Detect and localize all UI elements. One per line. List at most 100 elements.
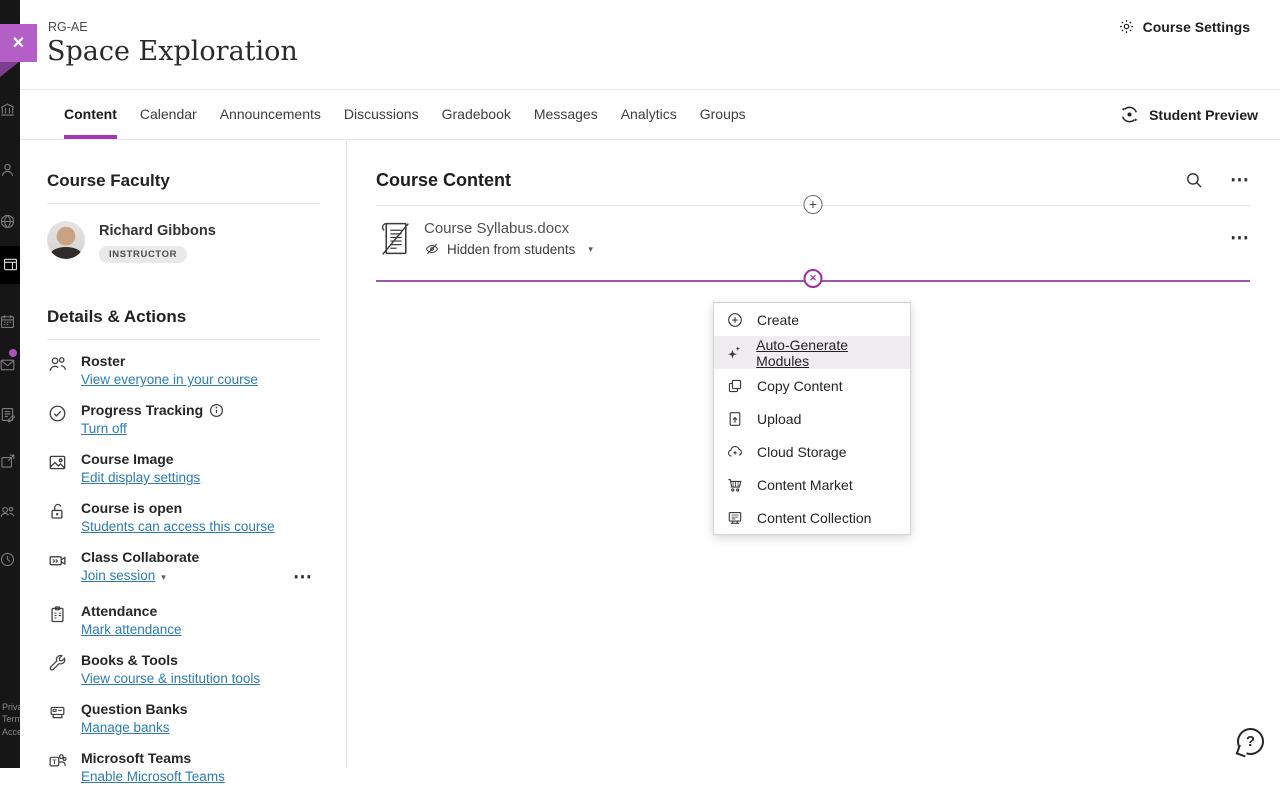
content-item-row: Course Syllabus.docx Hidden from student… bbox=[380, 220, 1250, 257]
menu-item-upload[interactable]: Upload bbox=[714, 402, 910, 435]
recent-icon[interactable] bbox=[0, 550, 17, 569]
course-header: RG-AE Space Exploration Course Settings bbox=[20, 0, 1280, 90]
visibility-selector[interactable]: Hidden from students ▾ bbox=[424, 241, 593, 257]
menu-item-auto-generate-modules[interactable]: Auto-Generate Modules bbox=[714, 336, 910, 369]
action-class-collaborate: Class Collaborate Join session▾ ⋯ bbox=[47, 549, 346, 585]
course-open-link[interactable]: Students can access this course bbox=[81, 519, 275, 534]
avatar[interactable] bbox=[47, 221, 85, 259]
tab-gradebook[interactable]: Gradebook bbox=[442, 90, 511, 139]
tab-content[interactable]: Content bbox=[64, 90, 117, 139]
wrench-icon bbox=[47, 652, 81, 688]
progress-tracking-link[interactable]: Turn off bbox=[81, 421, 127, 436]
faculty-row: Richard Gibbons INSTRUCTOR bbox=[47, 221, 346, 263]
courses-nav-active bbox=[0, 246, 20, 284]
courses-icon[interactable] bbox=[1, 255, 20, 274]
progress-tracking-icon bbox=[47, 402, 81, 438]
books-tools-link[interactable]: View course & institution tools bbox=[81, 671, 260, 686]
details-actions-list: Roster View everyone in your course Prog… bbox=[47, 353, 346, 786]
grades-icon[interactable] bbox=[0, 405, 17, 424]
roster-icon bbox=[47, 353, 81, 389]
visibility-label: Hidden from students bbox=[447, 242, 575, 257]
action-title: Books & Tools bbox=[81, 652, 260, 668]
course-id: RG-AE bbox=[48, 20, 88, 34]
menu-item-create[interactable]: Create bbox=[714, 303, 910, 336]
tab-announcements[interactable]: Announcements bbox=[220, 90, 321, 139]
info-icon[interactable] bbox=[209, 403, 224, 418]
tab-analytics[interactable]: Analytics bbox=[621, 90, 677, 139]
help-button[interactable]: ? bbox=[1237, 728, 1264, 755]
course-page: RG-AE Space Exploration Course Settings … bbox=[20, 0, 1280, 768]
item-overflow-button[interactable]: ⋯ bbox=[1230, 234, 1250, 244]
menu-item-content-collection[interactable]: Content Collection bbox=[714, 501, 910, 534]
close-insert-menu-button[interactable]: ✕ bbox=[804, 269, 823, 288]
roster-link[interactable]: View everyone in your course bbox=[81, 372, 258, 387]
add-content-menu: Create Auto-Generate Modules Copy Conten… bbox=[713, 302, 911, 535]
action-question-banks: Question Banks Manage banks bbox=[47, 701, 346, 737]
collaborate-more-button[interactable]: ⋯ bbox=[293, 573, 313, 583]
details-actions-heading: Details & Actions bbox=[47, 307, 346, 327]
accessibility-link[interactable]: Acce bbox=[2, 726, 20, 739]
calendar-icon[interactable] bbox=[0, 312, 17, 331]
course-sidebar: Course Faculty Richard Gibbons INSTRUCTO… bbox=[20, 141, 347, 768]
menu-item-cloud-storage[interactable]: Cloud Storage bbox=[714, 435, 910, 468]
svg-text:T: T bbox=[52, 759, 56, 766]
course-image-link[interactable]: Edit display settings bbox=[81, 470, 200, 485]
document-hidden-icon bbox=[380, 220, 411, 257]
unlock-icon bbox=[47, 500, 81, 536]
action-progress-tracking: Progress Tracking Turn off bbox=[47, 402, 346, 438]
eye-slash-icon bbox=[424, 241, 440, 257]
divider bbox=[47, 339, 320, 340]
tab-groups[interactable]: Groups bbox=[700, 90, 746, 139]
cloud-icon bbox=[726, 443, 744, 461]
copy-icon bbox=[726, 377, 744, 395]
teams-icon: T bbox=[47, 750, 81, 786]
upload-icon bbox=[726, 410, 744, 428]
tools-icon[interactable] bbox=[0, 452, 17, 471]
globe-icon[interactable] bbox=[0, 212, 17, 231]
video-camera-icon bbox=[47, 549, 81, 585]
menu-item-content-market[interactable]: Content Market bbox=[714, 468, 910, 501]
groups-icon[interactable] bbox=[0, 502, 17, 521]
course-settings-button[interactable]: Course Settings bbox=[1118, 18, 1250, 35]
join-session-link[interactable]: Join session bbox=[81, 568, 155, 583]
question-banks-link[interactable]: Manage banks bbox=[81, 720, 170, 735]
tab-calendar[interactable]: Calendar bbox=[140, 90, 197, 139]
tab-messages[interactable]: Messages bbox=[534, 90, 598, 139]
divider bbox=[47, 203, 320, 204]
action-course-image: Course Image Edit display settings bbox=[47, 451, 346, 487]
question-banks-icon bbox=[47, 701, 81, 737]
action-books-tools: Books & Tools View course & institution … bbox=[47, 652, 346, 688]
tab-discussions[interactable]: Discussions bbox=[344, 90, 419, 139]
search-button[interactable] bbox=[1185, 171, 1204, 190]
question-mark-icon: ? bbox=[1246, 733, 1255, 750]
rail-footer-links: Priva Term Acce bbox=[2, 701, 20, 739]
course-tab-bar: Content Calendar Announcements Discussio… bbox=[20, 90, 1280, 140]
action-title: Course Image bbox=[81, 451, 200, 467]
privacy-link[interactable]: Priva bbox=[2, 701, 20, 714]
close-ribbon-fold bbox=[0, 62, 19, 77]
gear-icon bbox=[1118, 18, 1135, 35]
profile-icon[interactable] bbox=[0, 160, 17, 179]
plus-circle-icon bbox=[726, 311, 744, 329]
teams-link[interactable]: Enable Microsoft Teams bbox=[81, 769, 225, 784]
action-microsoft-teams: T Microsoft Teams Enable Microsoft Teams bbox=[47, 750, 346, 786]
chevron-down-icon: ▾ bbox=[161, 572, 166, 583]
cart-icon bbox=[726, 476, 744, 494]
add-content-button[interactable]: + bbox=[804, 195, 823, 214]
content-overflow-button[interactable]: ⋯ bbox=[1230, 176, 1250, 186]
institution-icon[interactable] bbox=[0, 100, 17, 119]
content-item-title[interactable]: Course Syllabus.docx bbox=[424, 220, 593, 237]
terms-link[interactable]: Term bbox=[2, 713, 20, 726]
attendance-icon bbox=[47, 603, 81, 639]
student-preview-button[interactable]: Student Preview bbox=[1119, 90, 1258, 139]
active-insert-divider: ✕ bbox=[376, 280, 1250, 282]
chevron-down-icon: ▾ bbox=[588, 244, 593, 255]
messages-icon[interactable] bbox=[0, 355, 17, 374]
action-title: Roster bbox=[81, 353, 258, 369]
page-title: Space Exploration bbox=[47, 36, 298, 67]
attendance-link[interactable]: Mark attendance bbox=[81, 622, 182, 637]
global-nav-rail: Priva Term Acce bbox=[0, 0, 20, 768]
action-title: Question Banks bbox=[81, 701, 188, 717]
close-course-button[interactable]: ✕ bbox=[0, 24, 37, 62]
menu-item-copy-content[interactable]: Copy Content bbox=[714, 369, 910, 402]
